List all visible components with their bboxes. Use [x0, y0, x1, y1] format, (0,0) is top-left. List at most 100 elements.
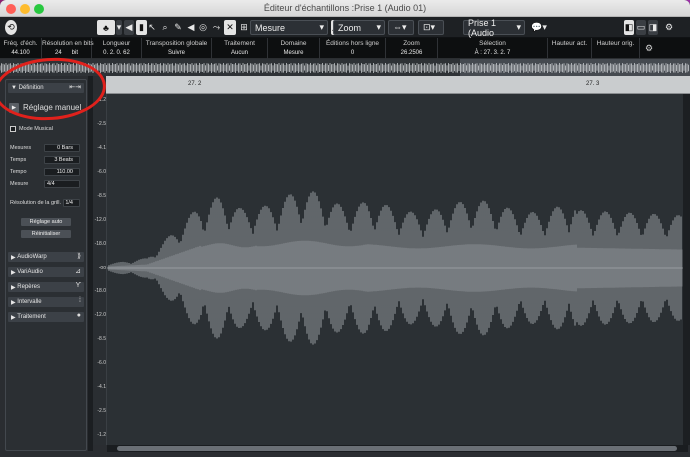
- level-scale-label: -6.0: [97, 360, 106, 367]
- gear-icon[interactable]: ⚙: [664, 20, 674, 35]
- toolbar: ⟲ ♣ ▾ ◀ ▮ ↖ ⌕ ✎ ◀ ◎ ⤳ ✕ ⊞ Mesure▾ ♩ Zoom…: [0, 17, 690, 38]
- solo-icon[interactable]: ♣: [97, 20, 115, 35]
- musical-mode-checkbox[interactable]: [10, 126, 16, 132]
- process-section-header[interactable]: ▶ Traitement ●: [8, 312, 84, 322]
- object-select-icon[interactable]: ▮: [136, 20, 147, 35]
- scrub-icon[interactable]: ◎: [198, 20, 208, 35]
- waveform: [107, 191, 688, 345]
- signature-label: Mesure: [10, 181, 29, 187]
- info-cell-value: Aucun: [230, 50, 248, 56]
- hitpoint-icon: ϒ: [75, 282, 81, 289]
- chevron-down-icon: ▾: [319, 22, 324, 32]
- level-scale-label: -oo: [98, 264, 106, 271]
- info-cell[interactable]: Éditions hors ligne 0: [320, 38, 386, 59]
- info-cell[interactable]: Zoom 26.2506: [386, 38, 438, 59]
- waveform-display[interactable]: [107, 94, 688, 445]
- info-cell-label: Zoom: [403, 40, 420, 47]
- bars-label: Mesures: [10, 145, 32, 151]
- hitpoints-section-header[interactable]: ▶ Repères ϒ: [8, 282, 84, 292]
- info-cell-value: 26.2506: [400, 50, 423, 56]
- reset-button[interactable]: Réinitialiser: [21, 230, 71, 238]
- level-scale-label: -18.0: [94, 240, 106, 247]
- level-scale-label: -4.1: [97, 144, 106, 151]
- ruler-mode-dropdown[interactable]: Mesure ▾: [250, 20, 328, 35]
- info-line: Fréq. d'éch. 44.100 Résolution en bits 24 b…: [0, 38, 690, 59]
- info-cell[interactable]: Résolution en bits 24 bit: [42, 38, 94, 59]
- info-cell-value: À : 27. 3. 2. 7: [474, 50, 511, 56]
- ruler-mark: 27. 3: [586, 81, 600, 87]
- info-cell-value: Mesure: [283, 50, 304, 56]
- zoom-tool-icon[interactable]: ⌕: [160, 20, 170, 35]
- chevron-down-icon: ▾: [516, 22, 521, 32]
- info-cell-value: 0. 2. 0. 62: [103, 50, 130, 56]
- level-scale-label: -2.5: [97, 120, 106, 127]
- range-section-header[interactable]: ▶ Intervalle ⁞: [8, 297, 84, 307]
- process-icon: ●: [76, 312, 81, 319]
- musical-mode-label: Mode Musical: [19, 126, 53, 132]
- info-cell-label: Hauteur orig.: [596, 40, 635, 47]
- pencil-icon[interactable]: ✎: [173, 20, 183, 35]
- variaudio-icon: ⊿: [75, 268, 81, 275]
- zoom-dropdown[interactable]: Zoom ▾: [333, 20, 385, 35]
- layout-right-icon[interactable]: ◨: [648, 20, 658, 35]
- inspector-panel: ▼ Définition ⇤⇥ ▶ Réglage manuel Mode Mus…: [5, 79, 87, 451]
- layout-left-icon[interactable]: ◧: [624, 20, 634, 35]
- tempo-field[interactable]: 110.00: [44, 168, 80, 176]
- vertical-scrollbar[interactable]: [683, 94, 690, 445]
- info-cell-label: Fréq. d'éch.: [3, 40, 38, 47]
- info-cell[interactable]: Traitement Aucun: [212, 38, 268, 59]
- info-cell-value: Suivre: [167, 50, 185, 56]
- grid-icon[interactable]: ⊞: [240, 20, 248, 35]
- horizontal-scrollbar[interactable]: [107, 445, 688, 452]
- info-cell[interactable]: Sélection À : 27. 3. 2. 7: [438, 38, 548, 59]
- overview-line[interactable]: [0, 59, 690, 76]
- grid-resolution-select[interactable]: 1/4: [63, 199, 80, 207]
- take-dropdown[interactable]: Prise 1 (Audio ▾: [463, 18, 525, 38]
- info-cell-value: 24 bit: [54, 50, 78, 56]
- crossfade-icon[interactable]: ✕: [224, 20, 236, 35]
- level-scale-label: -1.2: [97, 432, 106, 438]
- info-cell[interactable]: Hauteur act.: [548, 38, 592, 59]
- level-scale-label: -12.0: [94, 312, 106, 319]
- horizontal-scrollbar-thumb[interactable]: [117, 446, 677, 451]
- level-scale-label: -8.5: [97, 192, 106, 199]
- chevron-down-icon[interactable]: ▾: [116, 20, 122, 35]
- gear-icon[interactable]: ⚙: [642, 38, 656, 59]
- info-cell[interactable]: Hauteur orig.: [592, 38, 640, 59]
- info-cell[interactable]: Transposition globale Suivre: [142, 38, 212, 59]
- link-dropdown[interactable]: ⇔▾: [388, 20, 414, 35]
- info-cell-label: Sélection: [479, 40, 506, 47]
- timeline-ruler[interactable]: 27. 2 27. 3: [106, 76, 690, 94]
- grid-resolution-label: Résolution de la grill.: [10, 200, 62, 206]
- info-cell[interactable]: Longueur 0. 2. 0. 62: [92, 38, 142, 59]
- level-scale-label: -8.5: [97, 336, 106, 343]
- arrow-icon[interactable]: ↖: [148, 20, 156, 35]
- monitor-icon[interactable]: ⟲: [5, 20, 17, 35]
- snap-icon[interactable]: ⤳: [211, 20, 222, 35]
- level-scale-label: -2.5: [97, 408, 106, 415]
- variaudio-section-header[interactable]: ▶ VariAudio ⊿: [8, 267, 84, 277]
- beats-field[interactable]: 3 Beats: [44, 156, 80, 164]
- layout-top-icon[interactable]: ▭: [636, 20, 646, 35]
- level-scale-label: -4.1: [97, 384, 106, 391]
- info-cell-label: Résolution en bits: [42, 40, 94, 47]
- range-icon: ⁞: [79, 297, 81, 304]
- play-tool-icon[interactable]: ◀: [186, 20, 196, 35]
- info-cell-value: 44.100: [11, 50, 30, 56]
- signature-field[interactable]: 4/4: [44, 180, 80, 188]
- info-cell-value: 0: [350, 50, 355, 56]
- overview-waveform-path: [0, 63, 689, 73]
- ruler-mark: 27. 2: [188, 81, 202, 87]
- speaker-icon[interactable]: ◀: [124, 20, 134, 35]
- bars-field[interactable]: 0 Bars: [44, 144, 80, 152]
- beats-label: Temps: [10, 157, 27, 163]
- info-cell[interactable]: Domaine Mesure: [268, 38, 320, 59]
- window-title: Éditeur d'échantillons :Prise 1 (Audio 0…: [263, 3, 427, 13]
- auto-adjust-button[interactable]: Réglage auto: [21, 218, 71, 226]
- speech-bubble-icon[interactable]: 💬▾: [528, 20, 550, 35]
- info-cell-label: Traitement: [224, 40, 255, 47]
- audiowarp-section-header[interactable]: ▶ AudioWarp ⟫: [8, 252, 84, 262]
- info-cell[interactable]: Fréq. d'éch. 44.100: [0, 38, 42, 59]
- snap-dropdown[interactable]: ⊡▾: [418, 20, 444, 35]
- info-cell-label: Transposition globale: [145, 40, 208, 47]
